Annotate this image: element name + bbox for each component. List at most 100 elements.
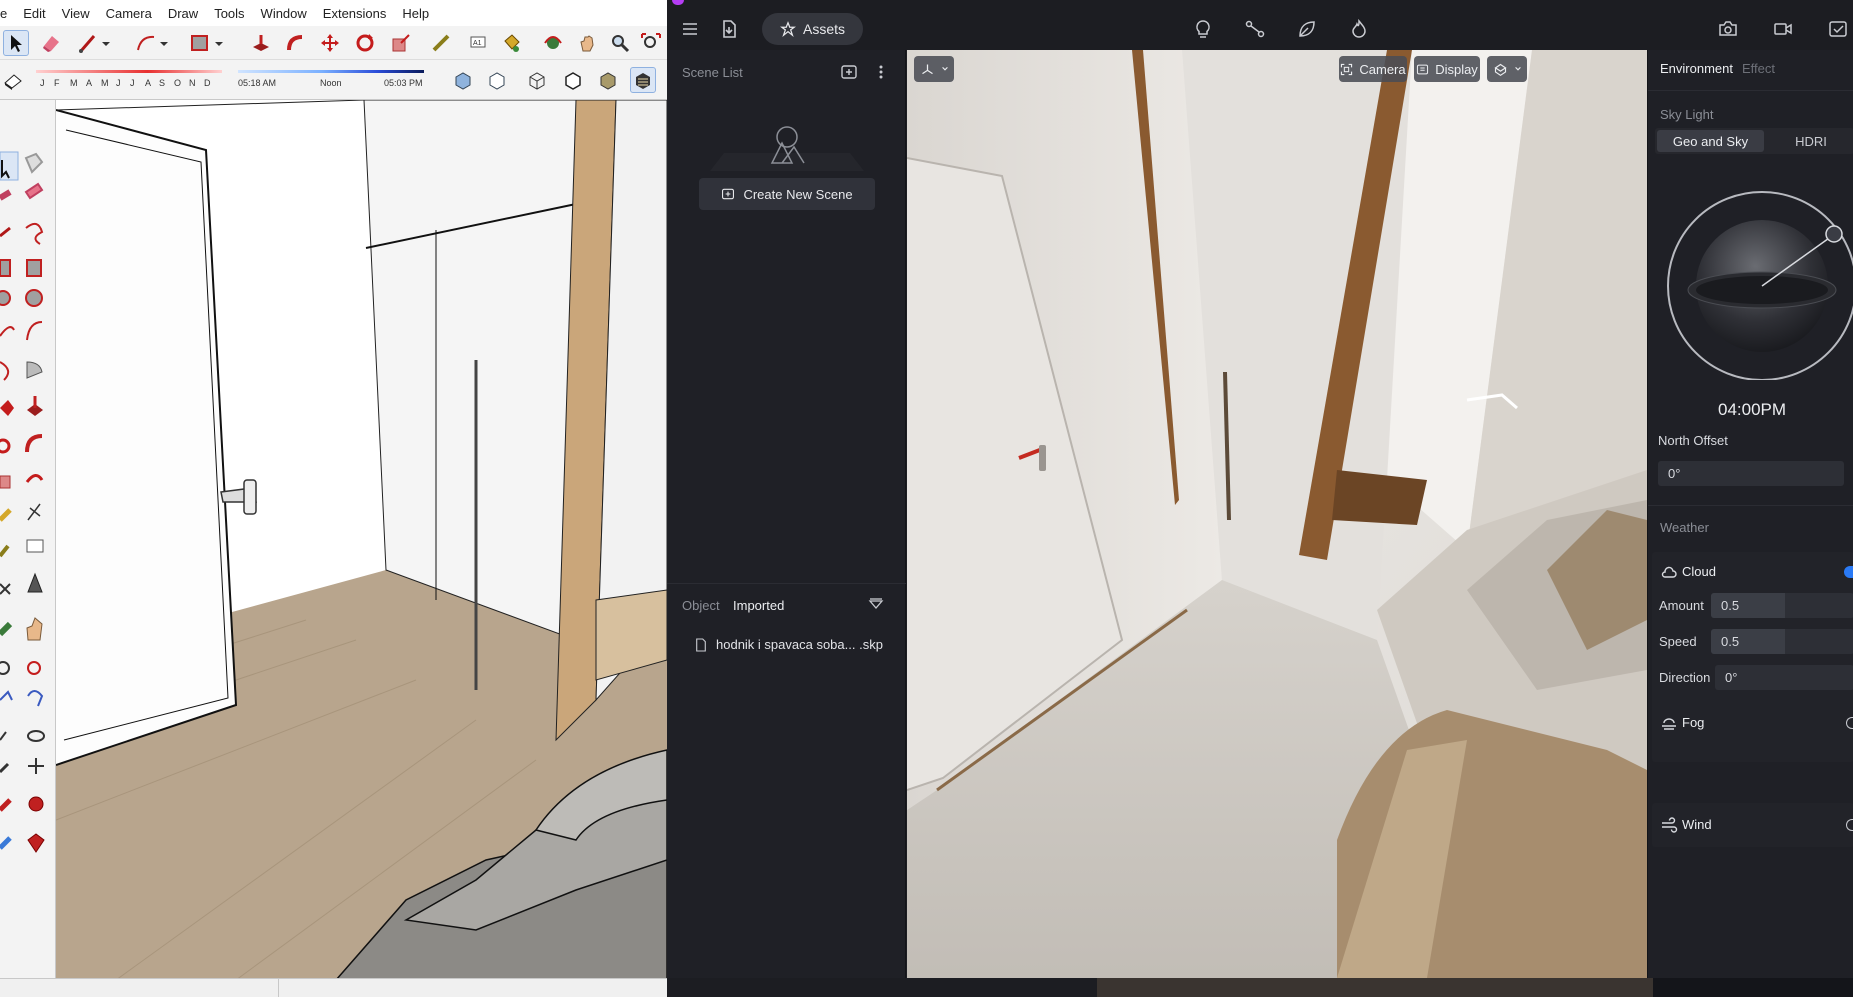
display-icon bbox=[1417, 64, 1429, 74]
paint-bucket-tool-icon[interactable] bbox=[498, 30, 524, 56]
fog-toggle[interactable] bbox=[1846, 717, 1853, 729]
wireframe-style-icon[interactable] bbox=[524, 67, 550, 93]
path-tool-icon[interactable] bbox=[1244, 18, 1266, 40]
shaded-style-icon[interactable] bbox=[595, 67, 621, 93]
hidden-line-style-icon[interactable] bbox=[560, 67, 586, 93]
textured-style-icon[interactable] bbox=[630, 67, 656, 93]
time-start-label: 05:18 AM bbox=[238, 78, 277, 88]
north-offset-input[interactable]: 0° bbox=[1658, 461, 1844, 486]
follow-me-tool-icon[interactable] bbox=[283, 30, 309, 56]
wind-toggle[interactable] bbox=[1846, 819, 1853, 831]
imported-file-name: hodnik i spavaca soba... .skp bbox=[716, 637, 883, 652]
filter-icon[interactable] bbox=[867, 596, 885, 614]
push-pull-tool-icon[interactable] bbox=[248, 30, 274, 56]
select-tool-icon[interactable] bbox=[3, 30, 29, 56]
chevron-down-icon[interactable] bbox=[157, 30, 171, 56]
file-icon bbox=[696, 637, 706, 652]
particle-effect-icon[interactable] bbox=[1348, 18, 1370, 40]
text-tool-icon[interactable]: A1 bbox=[465, 30, 491, 56]
menu-help[interactable]: Help bbox=[394, 6, 437, 21]
screenshot-camera-icon[interactable] bbox=[1717, 18, 1739, 40]
camera-button[interactable]: Camera bbox=[1339, 56, 1407, 82]
zoom-extents-tool-icon[interactable] bbox=[638, 30, 664, 56]
sky-light-title: Sky Light bbox=[1660, 107, 1714, 122]
camera-frame-icon bbox=[1341, 63, 1353, 75]
zoom-tool-icon[interactable] bbox=[607, 30, 633, 56]
direction-input[interactable]: 0° bbox=[1715, 665, 1853, 690]
cloud-icon bbox=[1661, 566, 1677, 578]
scene-list-title: Scene List bbox=[682, 65, 743, 80]
menu-window[interactable]: Window bbox=[253, 6, 315, 21]
menu-view[interactable]: View bbox=[54, 6, 98, 21]
time-slider[interactable] bbox=[238, 66, 424, 76]
time-end-label: 05:03 PM bbox=[384, 78, 423, 88]
room-model-drawing-icon bbox=[56, 100, 667, 980]
eraser-tool-icon[interactable] bbox=[38, 30, 64, 56]
menu-edit[interactable]: Edit bbox=[15, 6, 53, 21]
wind-section: Wind bbox=[1652, 803, 1853, 847]
move-tool-icon[interactable] bbox=[317, 30, 343, 56]
light-bulb-icon[interactable] bbox=[1192, 18, 1214, 40]
back-edges-style-icon[interactable] bbox=[484, 67, 510, 93]
scene-add-icon bbox=[722, 188, 735, 200]
menu-draw[interactable]: Draw bbox=[160, 6, 206, 21]
hamburger-menu-icon[interactable] bbox=[679, 18, 701, 40]
render-scene-image-icon bbox=[907, 50, 1647, 978]
assets-button[interactable]: Assets bbox=[762, 13, 863, 45]
axis-gizmo-icon bbox=[921, 64, 933, 74]
hdri-tab[interactable]: HDRI bbox=[1768, 130, 1853, 152]
tab-object[interactable]: Object bbox=[682, 598, 720, 613]
sketchup-menu-bar: e Edit View Camera Draw Tools Window Ext… bbox=[0, 0, 667, 26]
wind-icon bbox=[1662, 817, 1678, 833]
menu-extensions[interactable]: Extensions bbox=[315, 6, 395, 21]
tab-imported[interactable]: Imported bbox=[733, 598, 784, 613]
display-button[interactable]: Display bbox=[1414, 56, 1480, 82]
view-mode-dropdown[interactable] bbox=[1487, 56, 1527, 82]
cloud-toggle[interactable] bbox=[1844, 566, 1853, 578]
speed-input[interactable]: 0.5 bbox=[1711, 629, 1853, 654]
render-viewport[interactable]: Camera Display bbox=[907, 50, 1647, 978]
sketchup-model-viewport[interactable] bbox=[56, 100, 667, 980]
tape-measure-tool-icon[interactable] bbox=[428, 30, 454, 56]
sun-position-dial[interactable] bbox=[1666, 190, 1853, 381]
direction-label: Direction bbox=[1659, 670, 1711, 685]
rectangle-tool-icon[interactable] bbox=[187, 30, 213, 56]
sketchup-main-toolbar: A1 bbox=[0, 26, 667, 60]
xray-style-icon[interactable] bbox=[450, 67, 476, 93]
navigation-mode-dropdown[interactable] bbox=[914, 56, 954, 82]
time-noon-label: Noon bbox=[320, 78, 342, 88]
large-toolset-icons-icon bbox=[0, 151, 45, 853]
scale-tool-icon[interactable] bbox=[388, 30, 414, 56]
create-new-scene-button[interactable]: Create New Scene bbox=[699, 178, 875, 210]
leaf-vegetation-icon[interactable] bbox=[1296, 18, 1318, 40]
menu-camera[interactable]: Camera bbox=[98, 6, 160, 21]
tab-effect[interactable]: Effect bbox=[1742, 61, 1775, 76]
geo-and-sky-tab[interactable]: Geo and Sky bbox=[1657, 130, 1764, 152]
line-tool-icon[interactable] bbox=[75, 30, 101, 56]
fog-label: Fog bbox=[1682, 715, 1705, 730]
north-offset-label: North Offset bbox=[1658, 433, 1728, 448]
import-file-icon[interactable] bbox=[718, 18, 740, 40]
arc-tool-icon[interactable] bbox=[133, 30, 159, 56]
video-icon[interactable] bbox=[1772, 18, 1794, 40]
rotate-tool-icon[interactable] bbox=[352, 30, 378, 56]
time-display: 04:00PM bbox=[1718, 400, 1787, 419]
tab-environment[interactable]: Environment bbox=[1660, 61, 1733, 76]
empty-scene-illustration-icon bbox=[700, 123, 874, 171]
menu-file[interactable]: e bbox=[0, 6, 15, 21]
menu-tools[interactable]: Tools bbox=[206, 6, 252, 21]
add-scene-icon[interactable] bbox=[840, 63, 858, 81]
imported-file-item[interactable]: hodnik i spavaca soba... .skp bbox=[695, 637, 883, 652]
more-options-icon[interactable] bbox=[872, 63, 890, 81]
amount-input[interactable]: 0.5 bbox=[1711, 593, 1853, 618]
month-slider[interactable] bbox=[36, 66, 222, 76]
shadow-toggle-icon[interactable] bbox=[0, 67, 26, 93]
pan-tool-icon[interactable] bbox=[574, 30, 600, 56]
output-check-icon[interactable] bbox=[1827, 18, 1849, 40]
cloud-section: Cloud Amount 0.5 Speed 0.5 Direction 0° … bbox=[1652, 552, 1853, 762]
chevron-down-icon[interactable] bbox=[99, 30, 113, 56]
sketchup-window: e Edit View Camera Draw Tools Window Ext… bbox=[0, 0, 667, 997]
orbit-tool-icon[interactable] bbox=[540, 30, 566, 56]
chevron-down-icon[interactable] bbox=[212, 30, 226, 56]
chevron-down-icon bbox=[1514, 67, 1521, 71]
